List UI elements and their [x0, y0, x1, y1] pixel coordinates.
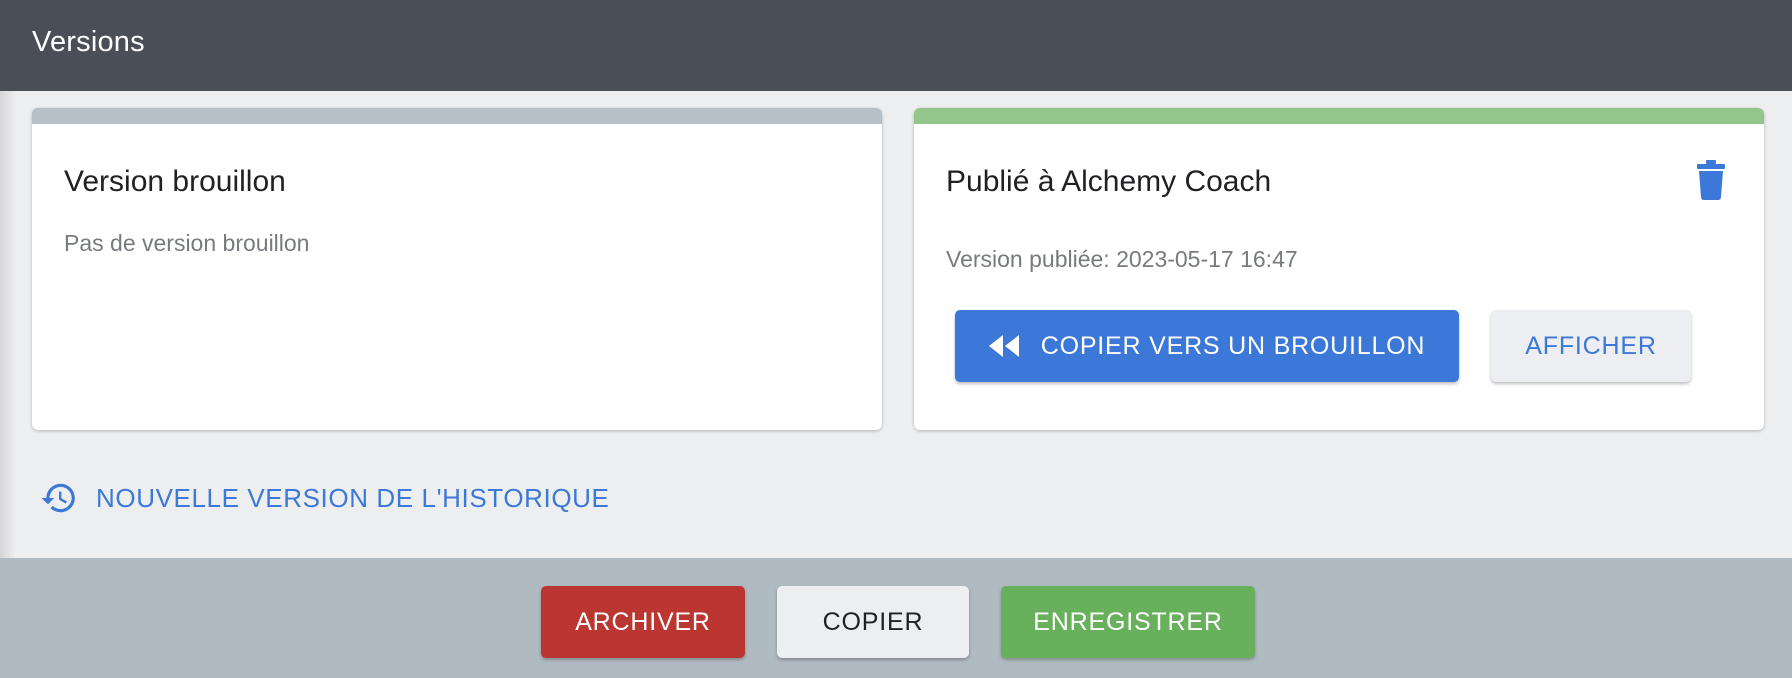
- published-version-card: Publié à Alchemy Coach Version publiée: …: [914, 108, 1764, 430]
- history-icon: [41, 483, 75, 513]
- archive-button-label: ARCHIVER: [575, 607, 711, 636]
- draft-card-subtitle: Pas de version brouillon: [64, 230, 310, 256]
- rewind-icon: [988, 335, 1019, 357]
- versions-page: Versions Version brouillon Pas de versio…: [0, 0, 1792, 678]
- trash-icon[interactable]: [1696, 160, 1726, 200]
- header-bar: Versions: [0, 0, 1792, 91]
- page-title: Versions: [32, 26, 145, 58]
- draft-card-title: Version brouillon: [64, 165, 286, 198]
- copy-to-draft-button[interactable]: COPIER VERS UN BROUILLON: [955, 310, 1459, 382]
- show-button-label: AFFICHER: [1525, 331, 1657, 360]
- show-button[interactable]: AFFICHER: [1491, 310, 1691, 382]
- published-card-accent-bar: [914, 108, 1764, 124]
- archive-button[interactable]: ARCHIVER: [541, 586, 745, 658]
- copy-button[interactable]: COPIER: [777, 586, 969, 658]
- published-version-info: Version publiée: 2023-05-17 16:47: [946, 246, 1298, 272]
- published-card-title: Publié à Alchemy Coach: [946, 165, 1272, 198]
- copy-to-draft-label: COPIER VERS UN BROUILLON: [1040, 331, 1426, 360]
- history-link-label: NOUVELLE VERSION DE L'HISTORIQUE: [96, 482, 610, 513]
- copy-button-label: COPIER: [822, 607, 924, 636]
- save-button[interactable]: ENREGISTRER: [1001, 586, 1255, 658]
- draft-card-accent-bar: [32, 108, 882, 124]
- save-button-label: ENREGISTRER: [1033, 607, 1223, 636]
- draft-version-card: Version brouillon Pas de version brouill…: [32, 108, 882, 430]
- new-history-version-link[interactable]: NOUVELLE VERSION DE L'HISTORIQUE: [40, 478, 609, 518]
